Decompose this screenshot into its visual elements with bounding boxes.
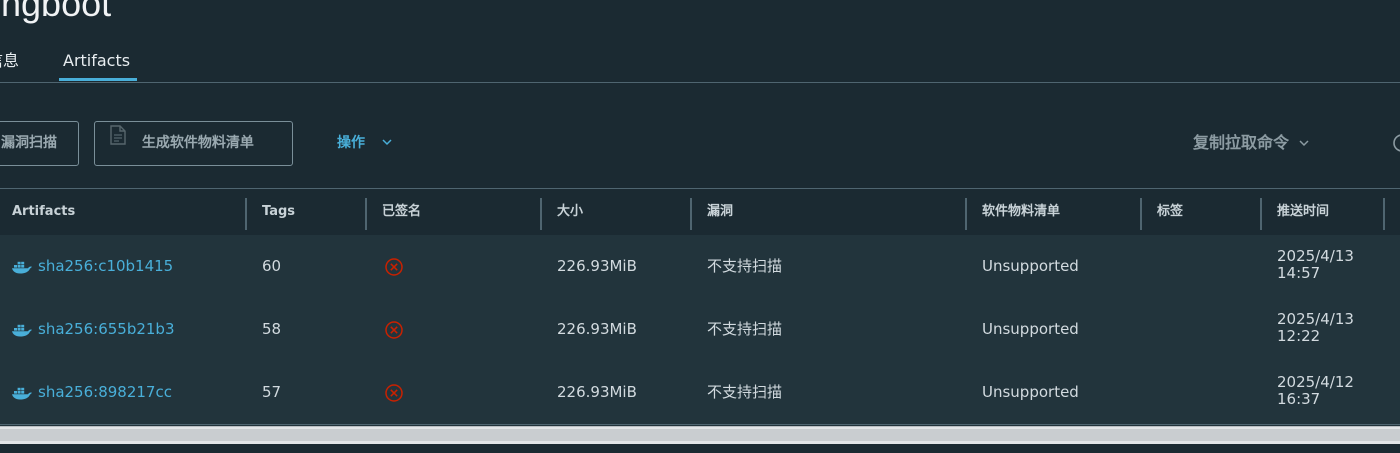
column-resize-handle[interactable] [1383, 198, 1385, 230]
artifact-digest-link[interactable]: sha256:655b21b3 [38, 320, 175, 338]
tags-count: 60 [262, 257, 282, 275]
column-resize-handle[interactable] [540, 198, 542, 230]
refresh-icon[interactable] [1392, 133, 1400, 157]
column-header-sbom[interactable]: 软件物料清单 [982, 203, 1060, 220]
push-clock: 16:37 [1277, 390, 1321, 408]
tab-artifacts[interactable]: Artifacts [63, 51, 130, 71]
push-date: 2025/4/12 [1277, 373, 1354, 391]
page-title: ingboot [0, 0, 112, 24]
vulnerability-scan-button[interactable]: 漏洞扫描 [0, 121, 79, 166]
column-resize-handle[interactable] [965, 198, 967, 230]
column-header-push-time[interactable]: 推送时间 [1277, 203, 1329, 220]
push-date: 2025/4/13 [1277, 310, 1354, 328]
generate-sbom-label: 生成软件物料清单 [141, 135, 254, 151]
column-header-size[interactable]: 大小 [557, 203, 583, 220]
docker-icon [11, 322, 33, 341]
bottom-strip [0, 444, 1400, 453]
artifact-digest-link[interactable]: sha256:898217cc [38, 383, 172, 401]
table-row: sha256:898217cc 57 226.93MiB 不支持扫描 Unsup… [0, 361, 1400, 425]
vulnerability-status: 不支持扫描 [707, 383, 783, 401]
column-resize-handle[interactable] [1260, 198, 1262, 230]
circle-x-icon [384, 257, 404, 281]
column-resize-handle[interactable] [365, 198, 367, 230]
column-header-artifacts[interactable]: Artifacts [12, 203, 75, 220]
table-row: sha256:655b21b3 58 226.93MiB 不支持扫描 Unsup… [0, 298, 1400, 362]
artifact-size: 226.93MiB [557, 257, 637, 275]
actions-dropdown[interactable]: 操作 [337, 133, 392, 153]
document-icon [109, 120, 127, 163]
docker-icon [11, 385, 33, 404]
push-clock: 12:22 [1277, 327, 1321, 345]
vulnerability-scan-label: 漏洞扫描 [1, 135, 57, 151]
horizontal-scrollbar[interactable] [0, 426, 1400, 445]
circle-x-icon [384, 383, 404, 407]
tags-count: 57 [262, 383, 282, 401]
sbom-status: Unsupported [982, 320, 1079, 338]
artifact-size: 226.93MiB [557, 320, 637, 338]
column-resize-handle[interactable] [1140, 198, 1142, 230]
artifact-size: 226.93MiB [557, 383, 637, 401]
push-date: 2025/4/13 [1277, 247, 1354, 265]
scrollbar-thumb[interactable] [0, 429, 1400, 441]
push-time: 2025/4/13 14:57 [1277, 248, 1354, 282]
chevron-down-icon [1299, 131, 1309, 153]
tags-count: 58 [262, 320, 282, 338]
tab-bar: 信息 Artifacts [0, 44, 1400, 82]
column-header-signed[interactable]: 已签名 [382, 203, 421, 220]
chevron-down-icon [382, 132, 392, 152]
sbom-status: Unsupported [982, 383, 1079, 401]
column-header-vulnerabilities[interactable]: 漏洞 [707, 203, 733, 220]
circle-x-icon [384, 320, 404, 344]
artifacts-table: Artifacts Tags 已签名 大小 漏洞 软件物料清单 标签 推送时间 [0, 188, 1400, 427]
vulnerability-status: 不支持扫描 [707, 257, 783, 275]
artifact-digest-link[interactable]: sha256:c10b1415 [38, 257, 173, 275]
actions-label: 操作 [337, 135, 365, 151]
push-time: 2025/4/13 12:22 [1277, 311, 1354, 345]
column-resize-handle[interactable] [690, 198, 692, 230]
artifacts-page: ingboot 信息 Artifacts 漏洞扫描 生成软件物料清单 操作 [0, 0, 1400, 453]
vulnerability-status: 不支持扫描 [707, 320, 783, 338]
table-row: sha256:c10b1415 60 226.93MiB 不支持扫描 Unsup… [0, 235, 1400, 299]
column-header-labels[interactable]: 标签 [1157, 203, 1183, 220]
docker-icon [11, 259, 33, 278]
table-header: Artifacts Tags 已签名 大小 漏洞 软件物料清单 标签 推送时间 [0, 189, 1400, 236]
copy-pull-command-dropdown[interactable]: 复制拉取命令 [1193, 132, 1309, 154]
tabs-divider [0, 82, 1400, 83]
sbom-status: Unsupported [982, 257, 1079, 275]
generate-sbom-button[interactable]: 生成软件物料清单 [94, 121, 293, 166]
tab-info[interactable]: 信息 [0, 51, 19, 71]
column-resize-handle[interactable] [245, 198, 247, 230]
active-tab-indicator [59, 78, 137, 81]
push-clock: 14:57 [1277, 264, 1321, 282]
push-time: 2025/4/12 16:37 [1277, 374, 1354, 408]
copy-pull-command-label: 复制拉取命令 [1193, 133, 1290, 152]
column-header-tags[interactable]: Tags [262, 203, 295, 220]
